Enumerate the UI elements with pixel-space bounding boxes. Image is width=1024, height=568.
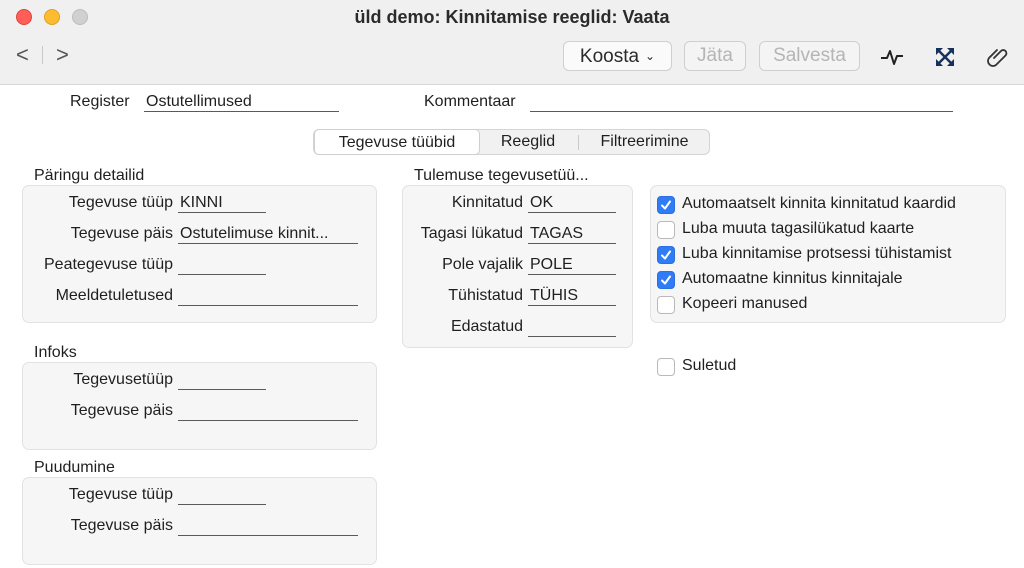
- nav-separator: [42, 46, 43, 64]
- option-label: Luba kinnitamise protsessi tühistamist: [682, 245, 952, 262]
- checkmark-icon: [661, 200, 671, 210]
- tab-reeglid[interactable]: Reeglid: [482, 130, 574, 154]
- option-checkbox[interactable]: [657, 296, 675, 314]
- window-title: üld demo: Kinnitamise reeglid: Vaata: [354, 7, 670, 27]
- puudumine-label: Tegevuse päis: [70, 517, 173, 534]
- infoks-heading: Infoks: [34, 344, 77, 361]
- tab-bar: Tegevuse tüübid Reeglid Filtreerimine: [313, 129, 710, 155]
- option-label: Kopeeri manused: [682, 295, 808, 312]
- option-checkbox[interactable]: [657, 246, 675, 264]
- paringu-field[interactable]: Ostutelimuse kinnit...: [178, 224, 358, 244]
- tulemuse-label: Tühistatud: [448, 287, 523, 304]
- suletud-label: Suletud: [682, 357, 737, 374]
- expand-icon[interactable]: [934, 46, 956, 68]
- puudumine-heading: Puudumine: [34, 459, 115, 476]
- tulemuse-field[interactable]: TAGAS: [528, 224, 616, 244]
- puudumine-field[interactable]: [178, 485, 266, 505]
- tulemuse-heading: Tulemuse tegevusetüü...: [414, 167, 589, 184]
- tulemuse-label: Edastatud: [450, 318, 523, 335]
- option-label: Automaatselt kinnita kinnitatud kaardid: [682, 195, 956, 212]
- back-button[interactable]: <: [16, 44, 29, 66]
- kommentaar-field[interactable]: [530, 92, 953, 112]
- koosta-label: Koosta: [579, 46, 640, 67]
- tulemuse-label: Kinnitatud: [451, 194, 523, 211]
- tulemuse-field[interactable]: [528, 317, 616, 337]
- option-checkbox[interactable]: [657, 221, 675, 239]
- tab-filtreerimine[interactable]: Filtreerimine: [579, 130, 710, 154]
- tab-tegevuse-tuubid[interactable]: Tegevuse tüübid: [314, 129, 480, 155]
- paringu-detailid-heading: Päringu detailid: [34, 167, 145, 184]
- window-titlebar: üld demo: Kinnitamise reeglid: Vaata < >…: [0, 0, 1024, 85]
- paringu-field[interactable]: KINNI: [178, 193, 266, 213]
- tulemuse-label: Pole vajalik: [442, 256, 523, 273]
- suletud-checkbox[interactable]: [657, 358, 675, 376]
- infoks-label: Tegevuse päis: [70, 402, 173, 419]
- register-field[interactable]: Ostutellimused: [144, 92, 339, 112]
- kommentaar-label: Kommentaar: [424, 93, 516, 110]
- infoks-label: Tegevusetüüp: [73, 371, 173, 388]
- puudumine-field[interactable]: [178, 516, 358, 536]
- chevron-down-icon: ⌄: [645, 49, 656, 63]
- forward-button[interactable]: >: [56, 44, 69, 66]
- tulemuse-field[interactable]: TÜHIS: [528, 286, 616, 306]
- koosta-button[interactable]: Koosta ⌄: [563, 41, 672, 71]
- option-label: Automaatne kinnitus kinnitajale: [682, 270, 903, 287]
- register-label: Register: [70, 93, 130, 110]
- paringu-field[interactable]: [178, 286, 358, 306]
- tulemuse-label: Tagasi lükatud: [420, 225, 523, 242]
- tulemuse-field[interactable]: OK: [528, 193, 616, 213]
- paringu-label: Meeldetuletused: [55, 287, 173, 304]
- paringu-label: Peategevuse tüüp: [44, 256, 173, 273]
- paringu-label: Tegevuse päis: [70, 225, 173, 242]
- option-checkbox[interactable]: [657, 196, 675, 214]
- paringu-label: Tegevuse tüüp: [68, 194, 173, 211]
- infoks-field[interactable]: [178, 401, 358, 421]
- option-label: Luba muuta tagasilükatud kaarte: [682, 220, 915, 237]
- jata-button[interactable]: Jäta: [684, 41, 746, 71]
- checkmark-icon: [661, 250, 671, 260]
- paringu-field[interactable]: [178, 255, 266, 275]
- checkmark-icon: [661, 275, 671, 285]
- infoks-field[interactable]: [178, 370, 266, 390]
- paperclip-icon[interactable]: [986, 46, 1008, 68]
- activity-icon[interactable]: [880, 46, 903, 68]
- salvesta-button[interactable]: Salvesta: [759, 41, 860, 71]
- option-checkbox[interactable]: [657, 271, 675, 289]
- tulemuse-field[interactable]: POLE: [528, 255, 616, 275]
- puudumine-label: Tegevuse tüüp: [68, 486, 173, 503]
